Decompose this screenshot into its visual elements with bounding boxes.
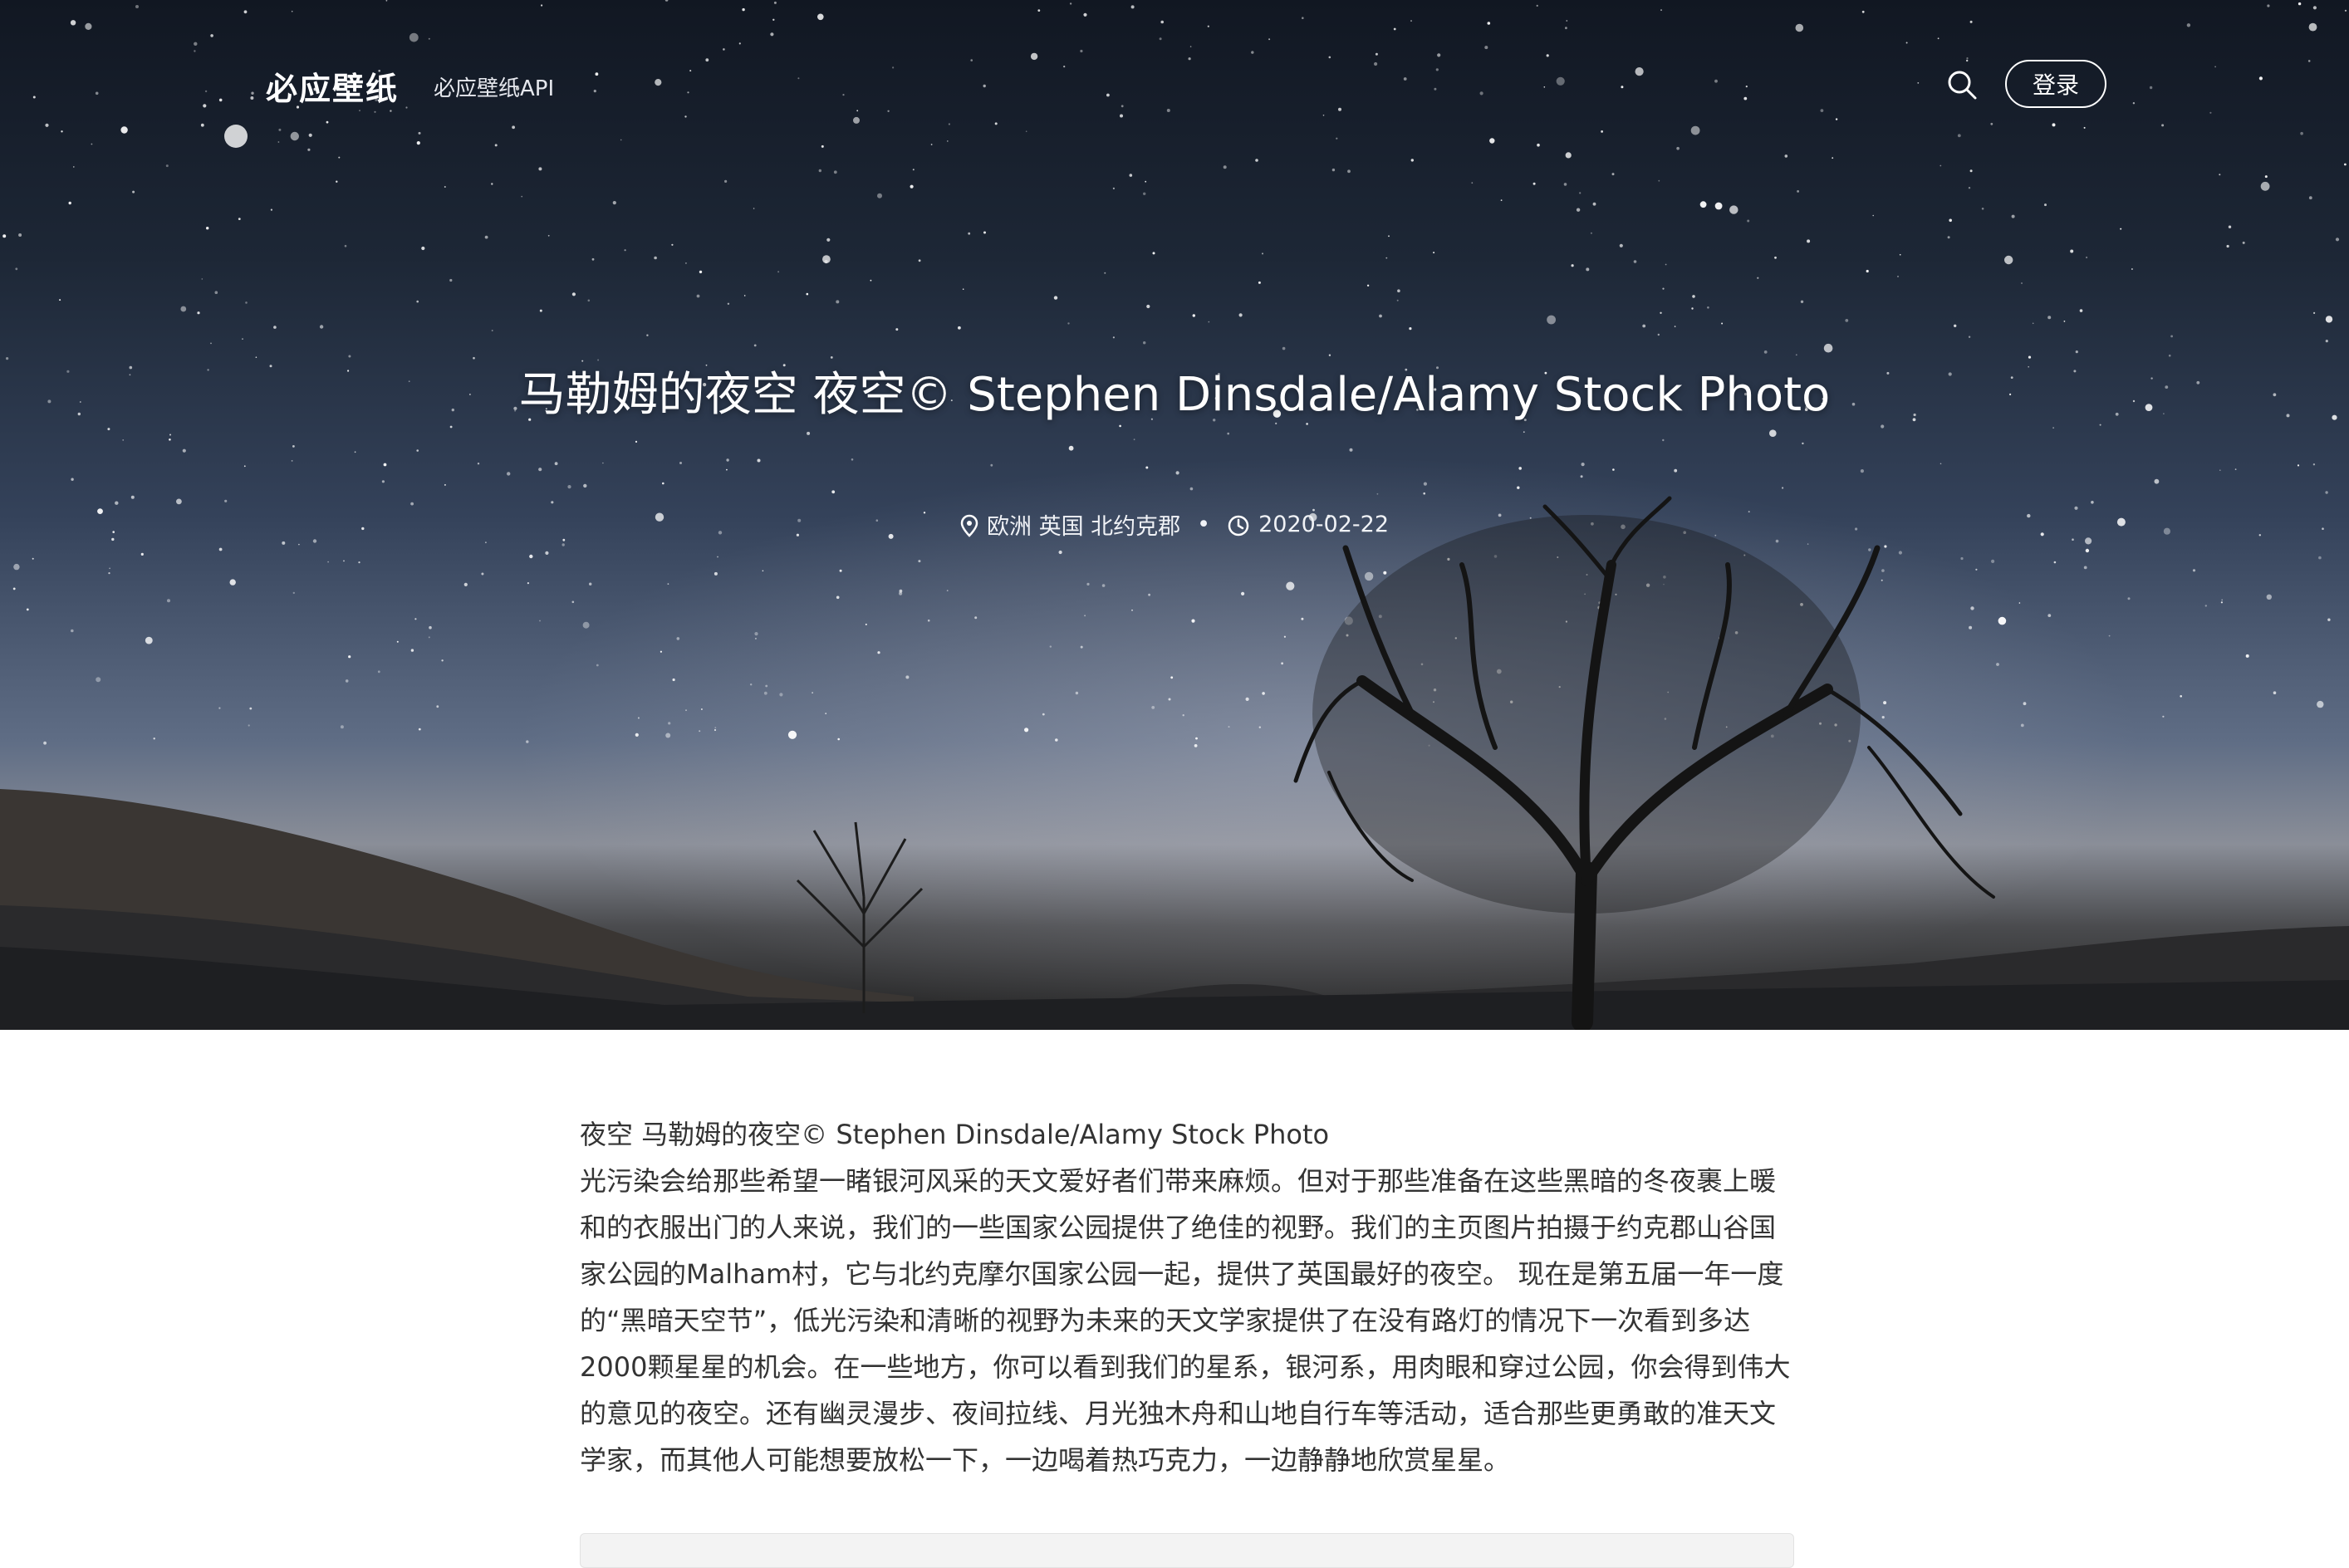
search-icon[interactable] bbox=[1945, 68, 1979, 101]
article-body: 夜空 马勒姆的夜空© Stephen Dinsdale/Alamy Stock … bbox=[580, 1111, 1792, 1483]
map-pin-icon bbox=[960, 512, 978, 537]
site-brand[interactable]: 必应壁纸 bbox=[266, 63, 399, 109]
clock-icon bbox=[1227, 512, 1250, 537]
photo-date: 2020-02-22 bbox=[1258, 512, 1390, 537]
photo-location: 欧洲 英国 北约克郡 bbox=[986, 514, 1181, 540]
article-paragraph: 光污染会给那些希望一睹银河风采的天文爱好者们带来麻烦。但对于那些准备在这些黑暗的… bbox=[580, 1165, 1791, 1476]
page-title: 马勒姆的夜空 夜空© Stephen Dinsdale/Alamy Stock … bbox=[518, 368, 1831, 422]
photo-caption: 夜空 马勒姆的夜空© Stephen Dinsdale/Alamy Stock … bbox=[580, 1119, 1330, 1150]
meta-separator: • bbox=[1197, 512, 1211, 537]
content-card bbox=[580, 1533, 1794, 1568]
api-nav-link[interactable]: 必应壁纸API bbox=[434, 71, 554, 102]
login-button[interactable]: 登录 bbox=[2005, 60, 2106, 108]
hero-banner: 必应壁纸 必应壁纸API 登录 马勒姆的夜空 夜空© Stephen Dinsd… bbox=[0, 0, 2349, 1030]
photo-meta: 欧洲 英国 北约克郡 • 2020-02-22 bbox=[0, 508, 2349, 541]
